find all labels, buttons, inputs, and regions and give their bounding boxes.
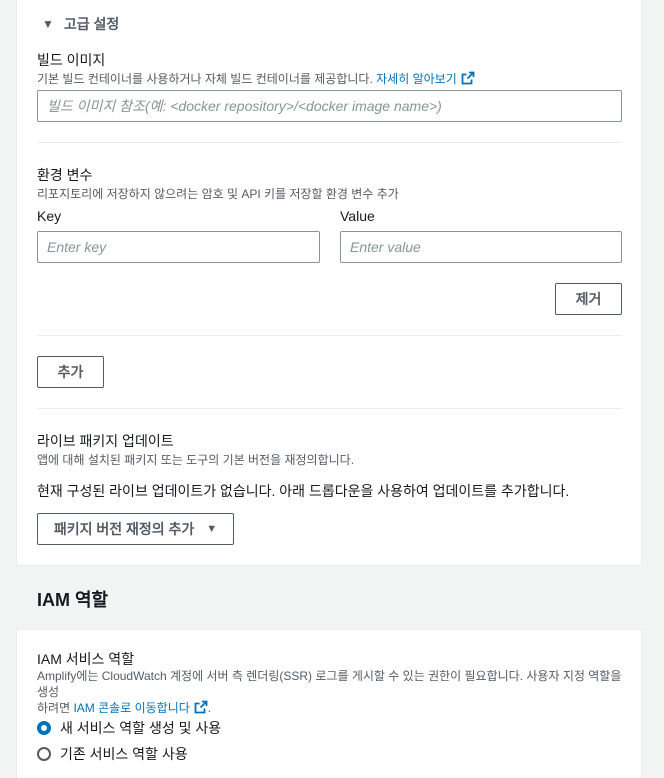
build-image-description-text: 기본 빌드 컨테이너를 사용하거나 자체 빌드 컨테이너를 제공합니다. [37,72,373,86]
advanced-settings-toggle[interactable]: ▼ 고급 설정 [42,14,119,34]
iam-description-suffix: . [207,701,212,715]
key-column-label: Key [37,208,62,224]
iam-section-header: IAM 역할 [16,566,642,630]
divider [37,408,622,409]
live-packages-label: 라이브 패키지 업데이트 [37,433,174,449]
caret-down-icon: ▼ [206,523,218,535]
env-key-input[interactable]: Enter key [37,231,320,263]
add-env-var-button[interactable]: 추가 [37,356,104,388]
iam-description: Amplify에는 CloudWatch 계정에 서버 측 렌더링(SSR) 로… [37,668,627,716]
iam-description-prefix: 하려면 [37,701,74,715]
build-image-description: 기본 빌드 컨테이너를 사용하거나 자체 빌드 컨테이너를 제공합니다. 자세히… [37,70,475,87]
env-value-placeholder: Enter value [350,239,421,255]
add-package-override-label: 패키지 버전 재정의 추가 [53,521,195,537]
live-packages-description: 앱에 대해 설치된 패키지 또는 도구의 기본 버전을 재정의합니다. [37,453,355,467]
add-package-override-dropdown[interactable]: 패키지 버전 재정의 추가 ▼ [37,513,234,545]
build-image-label: 빌드 이미지 [37,52,106,68]
external-link-icon [461,71,475,85]
iam-console-link-text[interactable]: IAM 콘솔로 이동합니다 [73,701,189,715]
radio-use-existing-role[interactable]: 기존 서비스 역할 사용 [37,744,188,764]
divider [37,335,622,336]
learn-more-link[interactable]: 자세히 알아보기 [376,71,475,86]
iam-console-link[interactable]: IAM 콘솔로 이동합니다 [73,700,208,715]
radio-create-new-role-label: 새 서비스 역할 생성 및 사용 [60,720,222,736]
iam-description-text: Amplify에는 CloudWatch 계정에 서버 측 렌더링(SSR) 로… [37,669,622,699]
radio-use-existing-role-label: 기존 서비스 역할 사용 [60,746,188,762]
value-column-label: Value [340,208,375,224]
external-link-icon [194,700,208,714]
caret-down-icon: ▼ [42,17,54,31]
radio-unselected-icon[interactable] [37,747,51,761]
iam-section-title: IAM 역할 [37,590,109,610]
env-value-input[interactable]: Enter value [340,231,622,263]
build-image-input[interactable]: 빌드 이미지 참조(예: <docker repository>/<docker… [37,90,622,122]
env-vars-description: 리포지토리에 저장하지 않으려는 암호 및 API 키를 저장할 환경 변수 추… [37,187,399,201]
advanced-settings-label: 고급 설정 [63,16,120,32]
radio-create-new-role[interactable]: 새 서비스 역할 생성 및 사용 [37,718,221,738]
build-image-placeholder: 빌드 이미지 참조(예: <docker repository>/<docker… [47,98,442,114]
radio-selected-icon[interactable] [37,721,51,735]
env-key-placeholder: Enter key [47,239,107,255]
live-packages-status: 현재 구성된 라이브 업데이트가 없습니다. 아래 드롭다운을 사용하여 업데이… [37,483,570,499]
learn-more-link-text[interactable]: 자세히 알아보기 [376,72,457,86]
divider [37,142,622,143]
iam-service-role-label: IAM 서비스 역할 [37,651,135,667]
remove-env-var-button[interactable]: 제거 [555,283,622,315]
env-vars-label: 환경 변수 [37,167,93,183]
